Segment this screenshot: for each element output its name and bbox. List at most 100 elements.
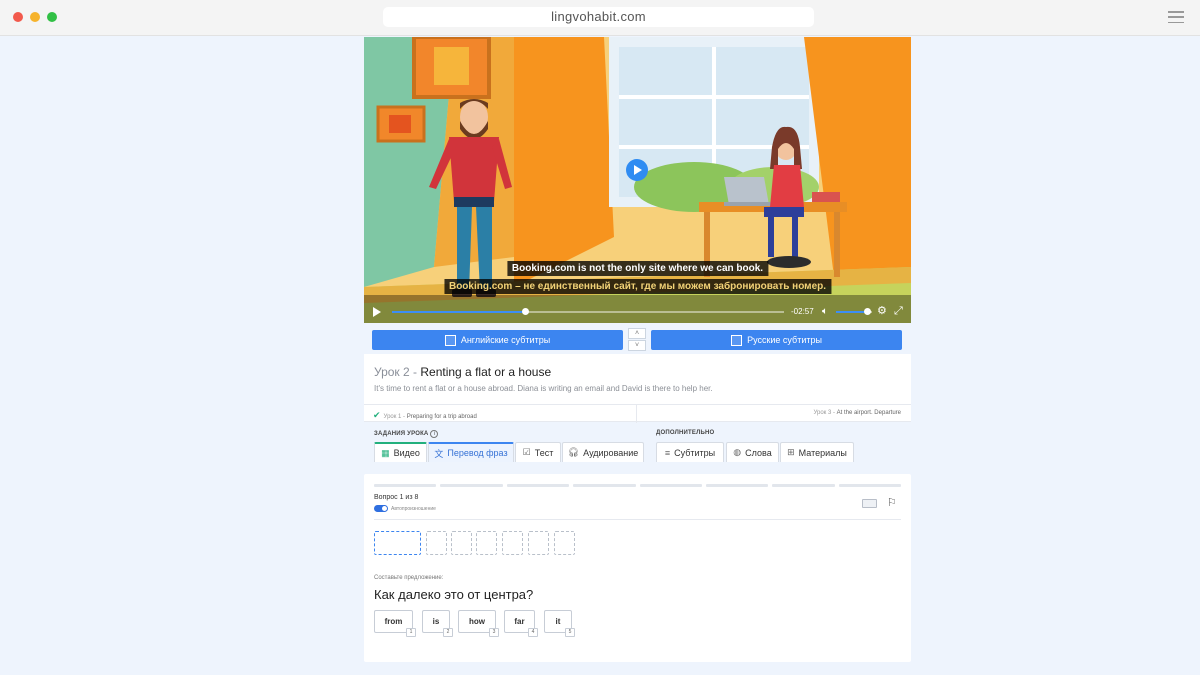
tab-materials[interactable]: ⊞ Материалы xyxy=(780,442,854,462)
video-player[interactable]: Booking.com is not the only site where w… xyxy=(364,37,911,323)
center-play-button[interactable] xyxy=(626,159,648,181)
word-chip-key: 4 xyxy=(528,628,538,637)
exercise-card: Вопрос 1 из 8 Автопроизношение ⚐ Составь… xyxy=(364,474,911,662)
progress-segment xyxy=(705,484,769,487)
question-progress xyxy=(374,484,901,487)
answer-slot-active[interactable] xyxy=(374,531,421,555)
autopronounce-toggle[interactable]: Автопроизношение xyxy=(374,505,436,512)
tab-video[interactable]: ▦ Видео xyxy=(374,442,427,462)
lines-icon: ≡ xyxy=(664,447,671,458)
keyboard-icon[interactable] xyxy=(862,499,877,508)
lesson-card: Урок 2 - Renting a flat or a house It's … xyxy=(364,354,911,423)
word-chip-label: far xyxy=(514,617,525,626)
tab-words-label: Слова xyxy=(745,447,772,458)
previous-lesson-number: Урок 1 - xyxy=(383,414,406,420)
answer-slot[interactable] xyxy=(476,531,497,555)
answer-slot[interactable] xyxy=(554,531,575,555)
word-chip-key: 5 xyxy=(565,628,575,637)
minimize-window-button[interactable] xyxy=(30,12,40,22)
grid-icon: ⊞ xyxy=(787,447,795,457)
lesson-tabs: ЗАДАНИЯ УРОКА i ДОПОЛНИТЕЛЬНО ▦ Видео 文 Пер… xyxy=(364,424,911,464)
answer-slot[interactable] xyxy=(502,531,523,555)
previous-lesson-link[interactable]: ✔ Урок 1 - Preparing for a trip abroad xyxy=(373,410,477,421)
volume-icon[interactable]: 🔈︎ xyxy=(822,306,828,317)
subtitle-offset-stepper[interactable]: ˄ ˅ xyxy=(628,328,646,352)
russian-subtitles-button[interactable]: Русские субтитры xyxy=(651,330,902,350)
word-chip[interactable]: how 3 xyxy=(458,610,499,637)
volume-level xyxy=(836,311,867,313)
film-icon: ▦ xyxy=(381,447,390,458)
russian-subtitles-label: Русские субтитры xyxy=(747,335,822,345)
next-lesson-number: Урок 3 - xyxy=(813,410,835,416)
progress-segment xyxy=(374,484,437,487)
word-chip-label: is xyxy=(432,617,440,626)
play-icon[interactable] xyxy=(373,307,381,317)
answer-slot[interactable] xyxy=(426,531,447,555)
tab-test[interactable]: ☑ Тест xyxy=(515,442,561,462)
tab-phrase-label: Перевод фраз xyxy=(447,448,508,458)
seek-bar-handle[interactable] xyxy=(522,308,530,315)
autopronounce-switch[interactable] xyxy=(374,505,388,512)
info-icon[interactable]: i xyxy=(430,430,439,438)
tab-phrase-translation[interactable]: 文 Перевод фраз xyxy=(428,442,514,462)
word-chip[interactable]: from 1 xyxy=(374,610,416,637)
answer-slot[interactable] xyxy=(528,531,549,555)
video-controls: -02:57 🔈︎ ⚙︎ ⤢ xyxy=(364,301,911,323)
globe-icon: ◍ xyxy=(733,447,742,457)
progress-segment xyxy=(573,484,636,487)
subtitle-russian: Booking.com – не единственный сайт, где … xyxy=(443,279,832,294)
sentence-to-translate: Как далеко это от центра? xyxy=(374,587,534,602)
seek-bar-progress xyxy=(392,311,526,313)
word-chip-key: 2 xyxy=(443,628,453,637)
browser-toolbar: lingvohabit.com xyxy=(0,0,1200,36)
english-subtitles-button[interactable]: Английские субтитры xyxy=(372,330,623,350)
extra-heading: ДОПОЛНИТЕЛЬНО xyxy=(656,430,715,436)
stepper-down-button[interactable]: ˅ xyxy=(628,340,646,351)
question-counter: Вопрос 1 из 8 xyxy=(374,494,419,501)
lesson-tasks-label: ЗАДАНИЯ УРОКА xyxy=(374,431,429,437)
english-subtitles-label: Английские субтитры xyxy=(460,335,551,345)
stepper-up-button[interactable]: ˄ xyxy=(628,328,646,339)
tab-video-label: Видео xyxy=(393,448,420,458)
word-chip-label: from xyxy=(384,617,403,626)
word-chip-key: 1 xyxy=(406,628,416,637)
tab-subtitles[interactable]: ≡ Субтитры xyxy=(656,442,724,462)
english-subtitles-checkbox[interactable] xyxy=(444,334,456,346)
fullscreen-icon[interactable]: ⤢ xyxy=(894,305,903,317)
tab-words[interactable]: ◍ Слова xyxy=(726,442,779,462)
word-chip-label: how xyxy=(469,617,485,626)
russian-subtitles-checkbox[interactable] xyxy=(731,334,743,346)
word-chip[interactable]: it 5 xyxy=(544,610,575,637)
word-chip-key: 3 xyxy=(489,628,499,637)
volume-slider[interactable] xyxy=(836,308,872,315)
headphones-icon: 🎧︎ xyxy=(567,447,580,457)
gear-icon[interactable]: ⚙︎ xyxy=(877,305,887,317)
check-icon: ✔ xyxy=(373,410,381,420)
next-lesson-link[interactable]: Урок 3 - At the airport. Departure xyxy=(813,410,901,416)
tab-listening[interactable]: 🎧︎ Аудирование xyxy=(562,442,644,462)
word-chip[interactable]: is 2 xyxy=(422,610,453,637)
flag-icon[interactable]: ⚐ xyxy=(887,497,897,509)
next-lesson-title: At the airport. Departure xyxy=(836,410,901,416)
subtitle-english: Booking.com is not the only site where w… xyxy=(506,261,769,276)
tab-test-label: Тест xyxy=(534,447,554,458)
answer-slot[interactable] xyxy=(451,531,472,555)
maximize-window-button[interactable] xyxy=(47,12,57,22)
previous-lesson-title: Preparing for a trip abroad xyxy=(406,414,477,420)
remaining-time: -02:57 xyxy=(791,307,814,316)
progress-segment xyxy=(639,484,702,487)
hamburger-menu-icon[interactable] xyxy=(1168,11,1184,23)
seek-bar[interactable] xyxy=(392,308,784,315)
nav-divider xyxy=(636,405,637,423)
translate-icon: 文 xyxy=(434,448,444,459)
tab-materials-label: Материалы xyxy=(798,447,847,458)
word-chip[interactable]: far 4 xyxy=(504,610,538,637)
address-bar[interactable]: lingvohabit.com xyxy=(383,7,814,27)
lesson-name: Renting a flat or a house xyxy=(420,365,552,379)
volume-handle[interactable] xyxy=(863,308,871,315)
divider xyxy=(374,519,901,520)
autopronounce-label: Автопроизношение xyxy=(391,505,436,512)
progress-segment xyxy=(440,484,503,487)
lesson-tasks-heading: ЗАДАНИЯ УРОКА i xyxy=(374,430,439,438)
close-window-button[interactable] xyxy=(13,12,23,22)
